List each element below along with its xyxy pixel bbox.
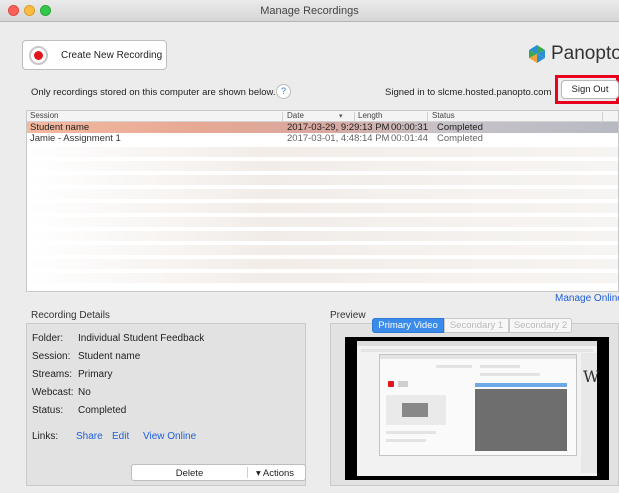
- session-cell: Student name: [30, 122, 90, 133]
- column-header-status[interactable]: Status: [432, 111, 455, 121]
- recordings-table: Session Date ▾ Length Status Student nam…: [26, 110, 619, 292]
- help-button[interactable]: ?: [276, 84, 291, 99]
- manage-recordings-window: Manage Recordings Create New Recording P…: [0, 0, 619, 493]
- status-cell: Completed: [437, 133, 483, 144]
- links-label: Links:: [32, 431, 59, 442]
- share-link[interactable]: Share: [76, 431, 103, 442]
- sign-out-button[interactable]: Sign Out: [561, 80, 619, 99]
- column-header-session[interactable]: Session: [30, 111, 58, 121]
- webcast-label: Webcast:: [32, 387, 74, 398]
- delete-actions-control: Delete ▾ Actions: [131, 464, 306, 481]
- webcast-value: No: [78, 387, 91, 398]
- manage-online-link[interactable]: Manage Online: [555, 293, 619, 304]
- folder-value: Individual Student Feedback: [78, 333, 205, 344]
- column-header-length[interactable]: Length: [358, 111, 382, 121]
- recording-details-heading: Recording Details: [31, 310, 110, 321]
- create-new-recording-button[interactable]: Create New Recording: [22, 40, 167, 70]
- recording-details-panel: Folder: Individual Student Feedback Sess…: [26, 323, 306, 486]
- edit-link[interactable]: Edit: [112, 431, 129, 442]
- column-header-date[interactable]: Date: [287, 111, 304, 121]
- length-cell: 00:00:31: [391, 122, 428, 133]
- stored-recordings-notice: Only recordings stored on this computer …: [31, 87, 276, 98]
- window-title: Manage Recordings: [260, 5, 359, 17]
- chevron-down-icon: ▾: [339, 113, 343, 120]
- preview-video[interactable]: W: [345, 337, 609, 480]
- signed-in-status: Signed in to slcme.hosted.panopto.com: [385, 87, 552, 98]
- table-row[interactable]: Jamie - Assignment 1 2017-03-01, 4:48:14…: [27, 133, 618, 144]
- panopto-logo-icon: [529, 45, 545, 63]
- delete-button[interactable]: Delete: [132, 468, 247, 479]
- session-cell: Jamie - Assignment 1: [30, 133, 121, 144]
- panopto-logo: Panopto: [527, 42, 619, 66]
- record-icon: [29, 46, 48, 65]
- folder-label: Folder:: [32, 333, 64, 344]
- table-row[interactable]: Student name 2017-03-29, 9:29:13 PM 00:0…: [27, 122, 618, 133]
- actions-dropdown[interactable]: ▾ Actions: [256, 468, 294, 479]
- table-header: Session Date ▾ Length Status: [27, 111, 618, 122]
- preview-heading: Preview: [330, 310, 366, 321]
- view-online-link[interactable]: View Online: [143, 431, 196, 442]
- streams-label: Streams:: [32, 369, 73, 380]
- logo-text: Panopto: [551, 43, 619, 64]
- create-recording-label: Create New Recording: [61, 50, 163, 61]
- tab-secondary-1[interactable]: Secondary 1: [444, 318, 509, 333]
- date-cell: 2017-03-01, 4:48:14 PM: [287, 133, 390, 144]
- status-cell: Completed: [437, 122, 483, 133]
- tab-secondary-2[interactable]: Secondary 2: [509, 318, 572, 333]
- video-thumbnail: W: [357, 341, 599, 476]
- status-value: Completed: [78, 405, 127, 416]
- session-value: Student name: [78, 351, 141, 362]
- length-cell: 00:01:44: [391, 133, 428, 144]
- tab-primary-video[interactable]: Primary Video: [372, 318, 444, 333]
- session-label: Session:: [32, 351, 71, 362]
- title-bar: Manage Recordings: [0, 0, 619, 22]
- status-label: Status:: [32, 405, 64, 416]
- streams-value: Primary: [78, 369, 113, 380]
- date-cell: 2017-03-29, 9:29:13 PM: [287, 122, 390, 133]
